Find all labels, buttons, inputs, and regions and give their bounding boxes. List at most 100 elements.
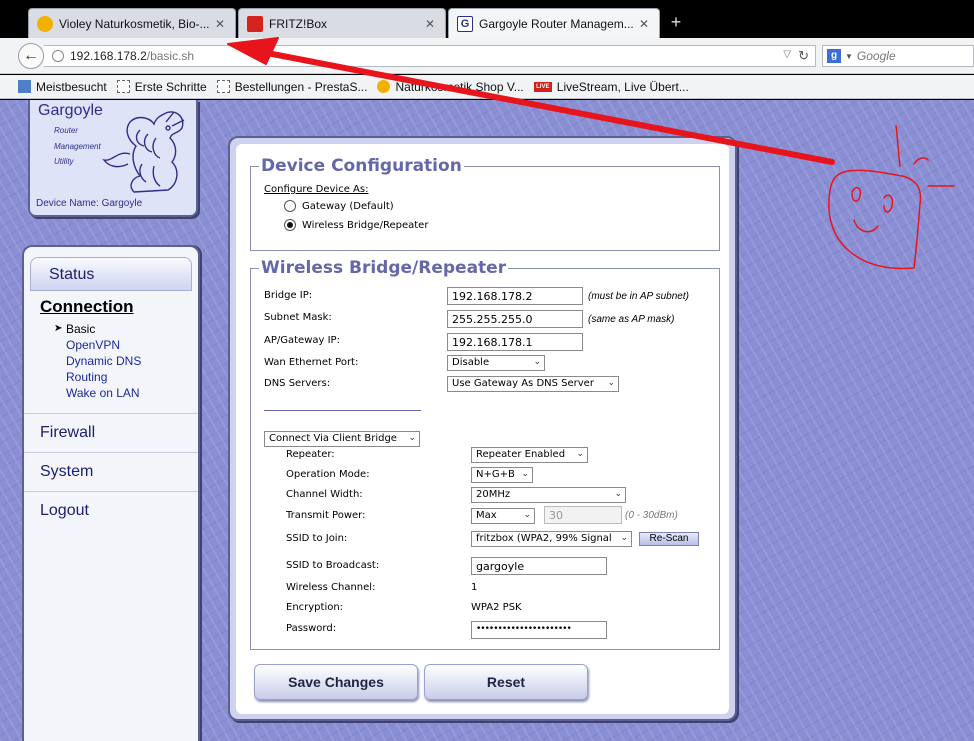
nav-openvpn[interactable]: OpenVPN [24,337,198,353]
radio-gateway[interactable]: Gateway (Default) [284,200,394,212]
google-icon[interactable]: g [827,49,841,63]
nav-firewall[interactable]: Firewall [24,413,198,452]
rescan-button[interactable]: Re-Scan [639,532,699,546]
chevron-down-icon: ⌄ [607,378,615,388]
bookmark-label: Bestellungen - PrestaS... [234,79,368,94]
url-path: /basic.sh [146,49,195,63]
fritzbox-favicon-icon [247,15,263,32]
nav-logout[interactable]: Logout [24,491,198,530]
nav-status[interactable]: Status [30,257,192,291]
chevron-down-icon[interactable]: ▽ [783,49,791,60]
chevron-down-icon: ⌄ [521,469,529,479]
bookmark-naturkosmetik[interactable]: Naturkosmetik Shop V... [377,80,524,94]
url-host: 192.168.178.2 [70,49,147,63]
back-button[interactable]: ← [18,43,44,69]
live-icon: LIVE [533,81,552,92]
violey-favicon-icon [377,80,391,93]
wireless-channel-value: 1 [471,582,478,593]
chevron-down-icon: ⌄ [408,433,416,443]
globe-icon [52,50,64,62]
select-value: N+G+B [476,469,515,480]
select-value: Use Gateway As DNS Server [452,378,594,389]
transmit-power-select[interactable]: Max ⌄ [471,508,535,524]
bookmark-orders[interactable]: Bestellungen - PrestaS... [216,79,368,94]
bookmark-livestream[interactable]: LIVE LiveStream, Live Übert... [533,79,689,94]
nav-sub-label: Basic [66,322,96,336]
ssid-join-label: SSID to Join: [286,533,348,544]
tab-fritzbox[interactable]: FRITZ!Box ✕ [238,8,446,38]
close-tab-icon[interactable]: ✕ [213,17,227,31]
transmit-power-label: Transmit Power: [286,510,366,521]
ssid-join-select[interactable]: fritzbox (WPA2, 99% Signal ⌄ [471,531,632,547]
arrow-right-icon: ➤ [54,323,63,334]
bookmark-label: LiveStream, Live Übert... [556,79,689,94]
gargoyle-favicon-icon: G [457,15,473,32]
wan-port-label: Wan Ethernet Port: [264,357,359,368]
ssid-broadcast-label: SSID to Broadcast: [286,560,380,571]
repeater-select[interactable]: Repeater Enabled ⌄ [471,447,588,463]
gateway-ip-label: AP/Gateway IP: [264,335,340,346]
bookmark-label: Erste Schritte [134,79,207,94]
navigation-toolbar: ← 192.168.178.2/basic.sh ▽ ↻ g ▼ Google [0,38,974,74]
url-text: 192.168.178.2/basic.sh [70,49,194,63]
tab-violey[interactable]: Violey Naturkosmetik, Bio-... ✕ [28,8,236,38]
close-tab-icon[interactable]: ✕ [423,17,437,31]
bookmark-first-steps[interactable]: Erste Schritte [116,79,207,94]
select-value: Repeater Enabled [476,449,566,460]
violey-favicon-icon [37,15,53,32]
chevron-down-icon: ⌄ [533,357,541,367]
repeater-label: Repeater: [286,449,335,460]
chevron-down-icon: ⌄ [576,449,584,459]
encryption-value: WPA2 PSK [471,602,522,613]
reload-icon[interactable]: ↻ [798,48,809,64]
password-label: Password: [286,623,337,634]
select-value: 20MHz [476,489,511,500]
operation-mode-select[interactable]: N+G+B ⌄ [471,467,533,483]
section-title: Wireless Bridge/Repeater [261,258,507,278]
bridge-ip-note: (must be in AP subnet) [588,291,689,302]
encryption-label: Encryption: [286,602,344,613]
wan-port-select[interactable]: Disable ⌄ [447,355,545,371]
main-panel-inner: Device Configuration Configure Device As… [236,144,729,714]
bookmark-most-visited[interactable]: Meistbesucht [18,80,107,94]
nav-routing[interactable]: Routing [24,369,198,385]
bookmark-folder-icon [18,80,31,93]
nav-system[interactable]: System [24,452,198,491]
radio-checked-icon[interactable] [284,219,296,231]
bookmark-label: Meistbesucht [36,79,107,94]
subnet-mask-input[interactable]: 255.255.255.0 [447,310,583,328]
nav-connection[interactable]: Connection [24,291,198,321]
dns-servers-label: DNS Servers: [264,378,331,389]
chevron-down-icon[interactable]: ▼ [845,52,853,61]
search-bar[interactable]: g ▼ Google [822,45,974,67]
channel-width-select[interactable]: 20MHz ⌄ [471,487,626,503]
radio-bridge-label: Wireless Bridge/Repeater [302,220,429,231]
transmit-power-input[interactable]: 30 [544,506,622,524]
gargoyle-logo-icon [102,111,185,193]
connect-via-select[interactable]: Connect Via Client Bridge ⌄ [264,431,420,447]
url-bar[interactable]: 192.168.178.2/basic.sh ▽ ↻ [44,45,816,67]
new-tab-button[interactable]: + [666,12,686,32]
close-tab-icon[interactable]: ✕ [637,17,651,31]
bridge-ip-input[interactable]: 192.168.178.2 [447,287,583,305]
radio-bridge[interactable]: Wireless Bridge/Repeater [284,219,428,231]
select-value: Disable [452,357,490,368]
divider [264,410,421,411]
nav-wake-on-lan[interactable]: Wake on LAN [24,385,198,401]
select-value: fritzbox (WPA2, 99% Signal [476,533,612,544]
reset-button[interactable]: Reset [424,664,588,700]
save-changes-button[interactable]: Save Changes [254,664,418,700]
nav-basic[interactable]: ➤ Basic [24,321,198,337]
dns-servers-select[interactable]: Use Gateway As DNS Server ⌄ [447,376,619,392]
section-title: Device Configuration [261,156,462,176]
nav-dynamic-dns[interactable]: Dynamic DNS [24,353,198,369]
tab-gargoyle[interactable]: G Gargoyle Router Managem... ✕ [448,8,660,38]
chevron-down-icon: ⌄ [620,533,628,543]
gateway-ip-input[interactable]: 192.168.178.1 [447,333,583,351]
bookmarks-toolbar: Meistbesucht Erste Schritte Bestellungen… [0,75,974,99]
tab-title: FRITZ!Box [269,16,328,31]
radio-icon[interactable] [284,200,296,212]
password-input[interactable]: •••••••••••••••••••••• [471,621,607,639]
ssid-broadcast-input[interactable]: gargoyle [471,557,607,575]
tab-title: Gargoyle Router Managem... [479,16,634,31]
